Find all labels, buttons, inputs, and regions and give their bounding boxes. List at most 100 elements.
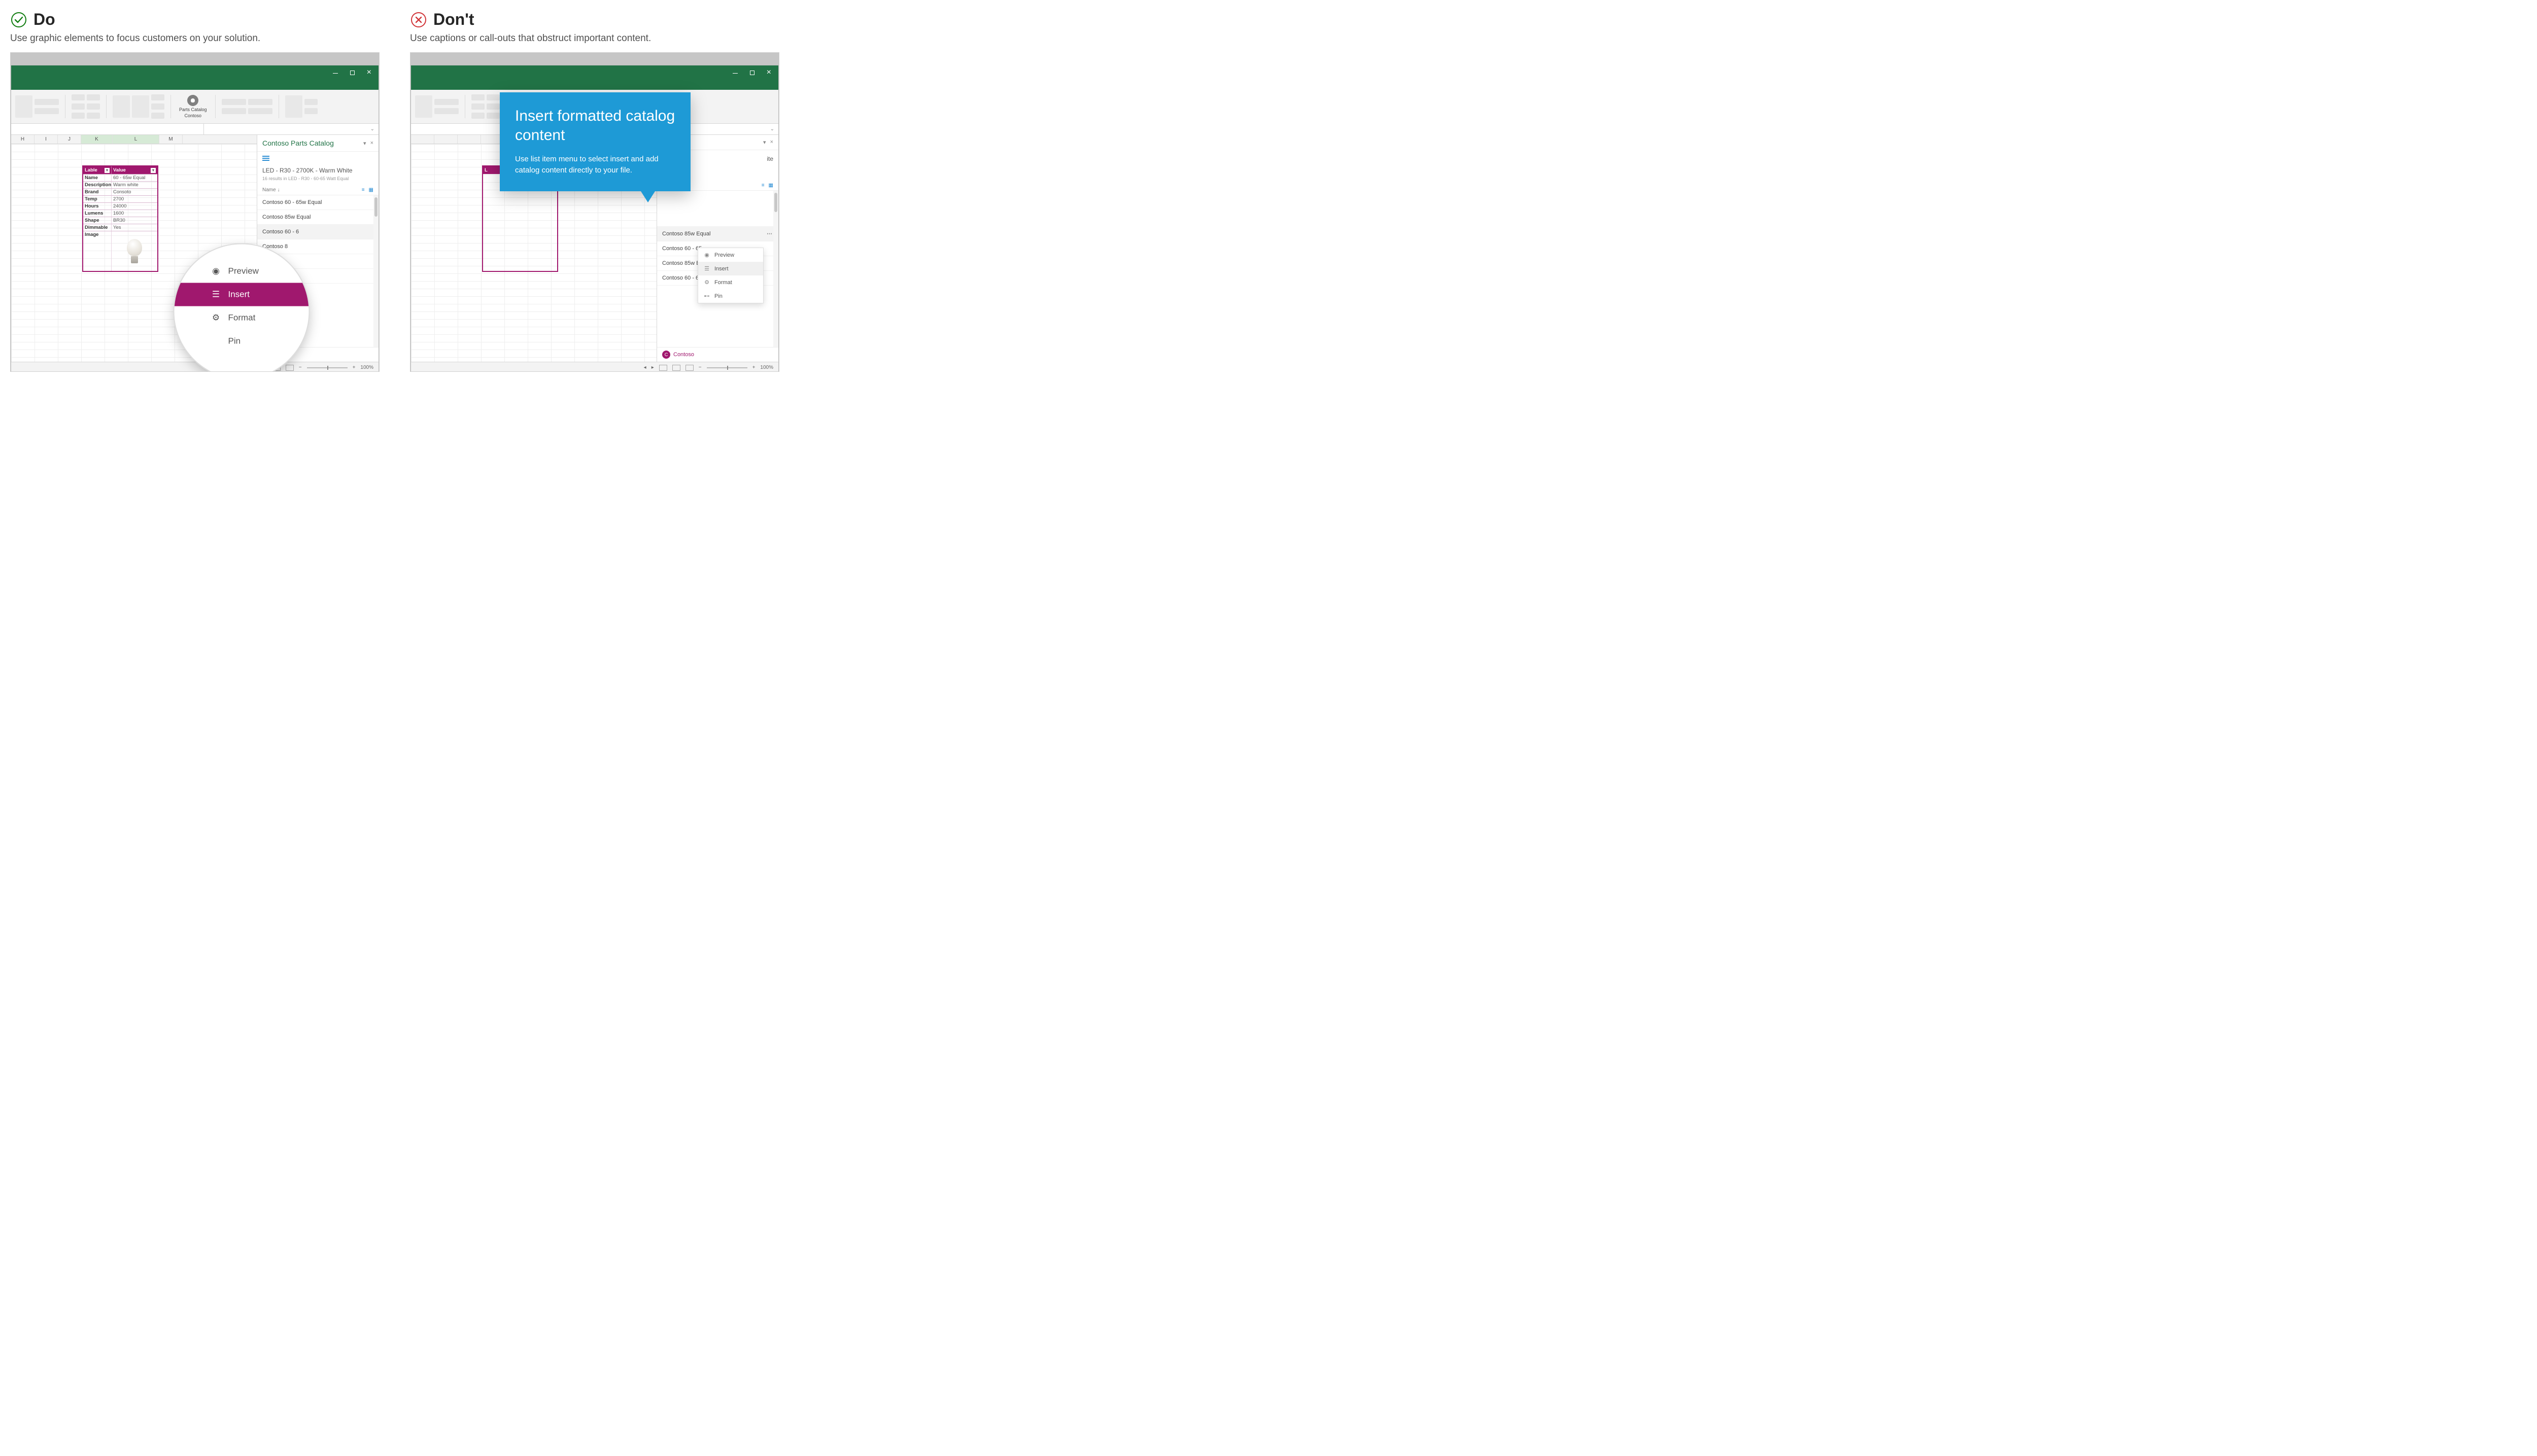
eye-icon: ◉ (211, 266, 221, 276)
dont-title: Don't (433, 10, 474, 29)
ribbon-addin-label1: Parts Catalog (179, 107, 207, 112)
menu-preview[interactable]: ◉ Preview (698, 248, 763, 262)
menu-format[interactable]: ⚙ Format (175, 306, 309, 330)
pane-footer[interactable]: C Contoso (657, 347, 778, 362)
status-bar: ◂ ▸ −+ 100% (411, 362, 778, 372)
menu-insert[interactable]: ☰ Insert (175, 283, 309, 306)
do-frame: × (10, 52, 380, 372)
pin-icon: ⊷ (703, 293, 710, 299)
col-header[interactable]: I (35, 135, 58, 144)
more-icon[interactable]: ⋯ (767, 230, 773, 237)
ribbon-addin-button[interactable]: Parts Catalog Contoso (177, 95, 209, 118)
table-row: ShapeBR30 (83, 217, 157, 224)
list-item[interactable]: Contoso 60 - 65w Equal (257, 195, 379, 210)
table-row: Hours24000 (83, 202, 157, 210)
list-view-icon[interactable]: ≡ (762, 183, 765, 188)
pane-dropdown-icon[interactable]: ▾ (763, 139, 766, 146)
close-button[interactable]: × (767, 68, 771, 77)
ribbon: Parts Catalog Contoso (11, 80, 379, 124)
avatar: C (662, 351, 670, 359)
scrollbar[interactable] (773, 191, 778, 347)
view-break-icon[interactable] (286, 365, 294, 371)
menu-preview[interactable]: ◉ Preview (175, 260, 309, 283)
table-row: Temp2700 (83, 195, 157, 202)
table-header: L (485, 167, 488, 173)
pane-close-icon[interactable]: × (770, 139, 773, 146)
menu-format[interactable]: ⚙ Format (698, 275, 763, 289)
sheet-nav-next-icon[interactable]: ▸ (652, 365, 654, 370)
do-panel: Do Use graphic elements to focus custome… (10, 10, 380, 372)
cross-icon (410, 11, 427, 28)
ribbon-placeholder[interactable] (285, 95, 302, 118)
pane-close-icon[interactable]: × (370, 140, 373, 147)
maximize-button[interactable] (750, 69, 755, 77)
sheet-nav-prev-icon[interactable]: ◂ (644, 365, 646, 370)
pane-col-name[interactable]: Name (262, 187, 276, 193)
do-title: Do (33, 10, 55, 29)
table-row: DescriptionWarm white (83, 181, 157, 188)
maximize-button[interactable] (350, 69, 355, 77)
table-row: Name60 - 65w Equal (83, 174, 157, 181)
insert-icon: ☰ (211, 290, 221, 300)
zoom-out-icon[interactable]: − (299, 365, 302, 370)
dont-panel: Don't Use captions or call-outs that obs… (410, 10, 779, 372)
check-icon (10, 11, 27, 28)
context-menu: ◉ Preview ☰ Insert ⚙ Format ⊷ Pin (698, 248, 764, 303)
formula-bar[interactable]: ⌄ (11, 124, 379, 135)
col-header[interactable]: L (113, 135, 159, 144)
window-titlebar: × (411, 65, 778, 80)
close-button[interactable]: × (367, 68, 371, 77)
obstructing-callout: Insert formatted catalog content Use lis… (500, 92, 691, 191)
callout-body: Use list item menu to select insert and … (515, 154, 675, 176)
pane-subtext: 16 results in LED - R30 - 60-65 Watt Equ… (257, 176, 379, 185)
zoom-in-icon[interactable]: + (353, 365, 356, 370)
menu-insert[interactable]: ☰ Insert (698, 262, 763, 275)
pane-title: Contoso Parts Catalog (262, 139, 334, 147)
table-header: Lable (85, 167, 97, 173)
grid-view-icon[interactable]: ▦ (369, 187, 373, 193)
col-header[interactable]: K (81, 135, 113, 144)
pane-footer-label: Contoso (673, 352, 694, 358)
ribbon-addin-label2: Contoso (185, 113, 202, 118)
zoom-level[interactable]: 100% (760, 365, 773, 370)
list-item[interactable]: Contoso 60 - 6 (257, 225, 379, 239)
scrollbar[interactable] (373, 195, 379, 347)
sliders-icon: ⚙ (211, 313, 221, 323)
chevron-down-icon[interactable]: ⌄ (204, 124, 379, 134)
status-bar: ◂ ▸ − + 100% (11, 362, 379, 372)
grid-view-icon[interactable]: ▦ (769, 183, 773, 188)
inserted-data-table[interactable]: Lable▾ Value▾ Name60 - 65w Equal Descrip… (82, 165, 158, 272)
callout-heading: Insert formatted catalog content (515, 107, 675, 145)
bulb-image (126, 239, 143, 263)
zoom-level[interactable]: 100% (360, 365, 373, 370)
dont-subtitle: Use captions or call-outs that obstruct … (410, 33, 779, 44)
hamburger-icon[interactable] (257, 152, 379, 165)
col-header[interactable]: M (159, 135, 183, 144)
dropdown-icon[interactable]: ▾ (105, 168, 110, 173)
table-row: Lumens1600 (83, 210, 157, 217)
window-titlebar: × (11, 65, 379, 80)
minimize-button[interactable] (333, 69, 338, 77)
col-header[interactable]: J (58, 135, 81, 144)
list-item[interactable]: Contoso 85w Equal (257, 210, 379, 225)
pane-dropdown-icon[interactable]: ▾ (363, 140, 366, 147)
minimize-button[interactable] (733, 69, 738, 77)
table-row: BrandConsoto (83, 188, 157, 195)
ribbon-placeholder[interactable] (15, 95, 32, 118)
eye-icon: ◉ (703, 252, 710, 258)
menu-pin[interactable]: ⊷ Pin (698, 289, 763, 303)
ribbon-placeholder[interactable] (113, 95, 130, 118)
do-subtitle: Use graphic elements to focus customers … (10, 33, 380, 44)
table-row: DimmableYes (83, 224, 157, 231)
dont-frame: × (410, 52, 779, 372)
zoom-slider[interactable] (307, 367, 348, 368)
menu-pin[interactable]: Pin (175, 330, 309, 353)
col-header[interactable]: H (11, 135, 35, 144)
list-item[interactable]: Contoso 85w Equal ⋯ (657, 226, 778, 241)
list-view-icon[interactable]: ≡ (362, 187, 365, 193)
dropdown-icon[interactable]: ▾ (151, 168, 156, 173)
ribbon-placeholder[interactable] (132, 95, 149, 118)
table-header: Value (113, 167, 126, 173)
pane-breadcrumb: LED - R30 - 2700K - Warm White (257, 165, 379, 176)
list-item[interactable]: Contoso 8 (257, 239, 379, 254)
